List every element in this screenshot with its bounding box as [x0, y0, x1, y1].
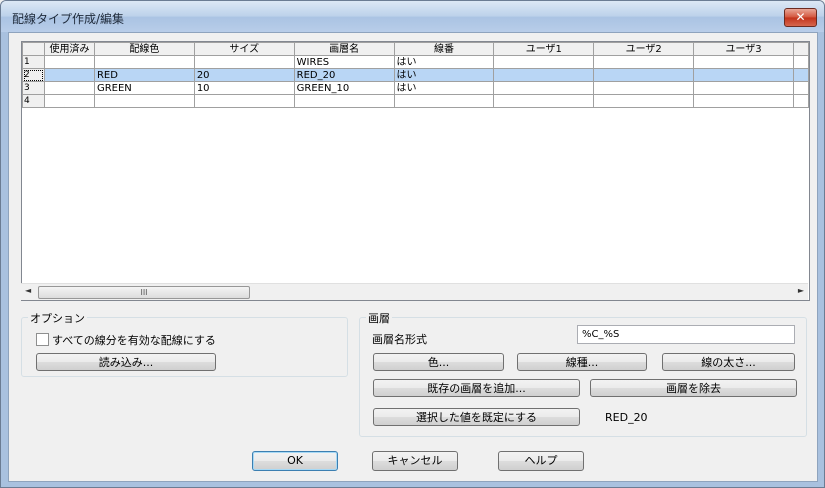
- grid-header-row: 使用済み 配線色 サイズ 画層名 線番 ユーザ1 ユーザ2 ユーザ3: [22, 42, 809, 56]
- grid-corner-cell[interactable]: [22, 42, 45, 56]
- table-cell[interactable]: [193, 55, 295, 69]
- layer-group: 画層 画層名形式 %C_%S 色... 線種... 線の太さ... 既存の画層を…: [359, 310, 807, 437]
- scroll-left-icon[interactable]: ◄: [25, 286, 31, 295]
- table-cell[interactable]: [593, 55, 695, 69]
- table-cell[interactable]: [593, 81, 695, 95]
- scroll-right-icon[interactable]: ►: [798, 286, 804, 295]
- column-header-overflow: [792, 42, 809, 56]
- title-bar[interactable]: 配線タイプ作成/編集 ✕: [1, 1, 824, 32]
- table-cell-overflow: [792, 94, 809, 108]
- wire-type-grid[interactable]: 使用済み 配線色 サイズ 画層名 線番 ユーザ1 ユーザ2 ユーザ3 1 WIRE…: [21, 41, 810, 301]
- table-row[interactable]: 2 RED 20 RED_20 はい: [22, 68, 809, 82]
- import-button[interactable]: 読み込み...: [36, 353, 216, 371]
- column-header[interactable]: 線番: [393, 42, 495, 56]
- lineweight-button[interactable]: 線の太さ...: [662, 353, 795, 371]
- dialog-client-area: 使用済み 配線色 サイズ 画層名 線番 ユーザ1 ユーザ2 ユーザ3 1 WIRE…: [8, 32, 818, 482]
- column-header[interactable]: サイズ: [193, 42, 295, 56]
- column-header[interactable]: ユーザ2: [593, 42, 695, 56]
- table-cell[interactable]: [493, 94, 595, 108]
- horizontal-scrollbar[interactable]: ◄ III ►: [21, 283, 808, 300]
- layer-format-label: 画層名形式: [372, 333, 427, 346]
- table-cell[interactable]: [43, 68, 95, 82]
- table-cell[interactable]: 20: [193, 68, 295, 82]
- layer-group-title: 画層: [366, 310, 392, 326]
- cancel-button[interactable]: キャンセル: [372, 451, 458, 471]
- table-cell[interactable]: RED: [93, 68, 195, 82]
- table-cell[interactable]: [493, 55, 595, 69]
- scrollbar-thumb[interactable]: III: [38, 286, 250, 299]
- column-header[interactable]: ユーザ3: [693, 42, 794, 56]
- table-cell[interactable]: [693, 68, 794, 82]
- table-cell-overflow: [792, 81, 809, 95]
- help-button[interactable]: ヘルプ: [498, 451, 584, 471]
- table-cell[interactable]: はい: [393, 68, 495, 82]
- close-button[interactable]: ✕: [784, 8, 817, 27]
- table-cell[interactable]: [193, 94, 295, 108]
- color-button[interactable]: 色...: [373, 353, 504, 371]
- default-value-text: RED_20: [605, 411, 648, 424]
- table-cell[interactable]: [693, 55, 794, 69]
- column-header[interactable]: 画層名: [293, 42, 395, 56]
- table-cell[interactable]: RED_20: [293, 68, 395, 82]
- close-icon: ✕: [795, 10, 806, 24]
- table-cell[interactable]: [693, 81, 794, 95]
- ok-button[interactable]: OK: [252, 451, 338, 471]
- table-cell[interactable]: [393, 94, 495, 108]
- table-cell[interactable]: [93, 55, 195, 69]
- table-cell[interactable]: [43, 55, 95, 69]
- table-cell[interactable]: GREEN_10: [293, 81, 395, 95]
- table-cell[interactable]: はい: [393, 55, 495, 69]
- linetype-button[interactable]: 線種...: [517, 353, 647, 371]
- table-cell[interactable]: [493, 81, 595, 95]
- table-cell[interactable]: 10: [193, 81, 295, 95]
- set-default-button[interactable]: 選択した値を既定にする: [373, 408, 580, 426]
- table-cell[interactable]: [693, 94, 794, 108]
- table-cell[interactable]: [293, 94, 395, 108]
- table-cell[interactable]: [593, 94, 695, 108]
- row-header[interactable]: 3: [22, 81, 45, 95]
- all-lines-valid-label[interactable]: すべての線分を有効な配線にする: [52, 332, 216, 348]
- table-cell[interactable]: [93, 94, 195, 108]
- options-group-title: オプション: [28, 310, 87, 326]
- column-header[interactable]: 配線色: [93, 42, 195, 56]
- layer-format-input[interactable]: %C_%S: [577, 325, 795, 344]
- table-row[interactable]: 1 WIRES はい: [22, 55, 809, 69]
- remove-layer-button[interactable]: 画層を除去: [590, 379, 797, 397]
- table-cell[interactable]: [43, 94, 95, 108]
- table-cell[interactable]: WIRES: [293, 55, 395, 69]
- row-header[interactable]: 2: [22, 68, 45, 82]
- row-header[interactable]: 4: [22, 94, 45, 108]
- table-cell[interactable]: [493, 68, 595, 82]
- table-cell-overflow: [792, 68, 809, 82]
- add-existing-layer-button[interactable]: 既存の画層を追加...: [373, 379, 580, 397]
- table-cell[interactable]: GREEN: [93, 81, 195, 95]
- table-cell[interactable]: [593, 68, 695, 82]
- all-lines-valid-checkbox[interactable]: [36, 333, 49, 346]
- column-header[interactable]: ユーザ1: [493, 42, 595, 56]
- table-row[interactable]: 3 GREEN 10 GREEN_10 はい: [22, 81, 809, 95]
- column-header[interactable]: 使用済み: [43, 42, 95, 56]
- table-cell[interactable]: [43, 81, 95, 95]
- row-header[interactable]: 1: [22, 55, 45, 69]
- dialog-title: 配線タイプ作成/編集: [12, 12, 125, 26]
- table-row[interactable]: 4: [22, 94, 809, 108]
- table-cell[interactable]: はい: [393, 81, 495, 95]
- dialog-window: 配線タイプ作成/編集 ✕ 使用済み 配線色 サイズ 画層名 線番 ユーザ1 ユー…: [0, 0, 825, 488]
- options-group: オプション すべての線分を有効な配線にする 読み込み...: [21, 310, 348, 377]
- table-cell-overflow: [792, 55, 809, 69]
- wire-type-table: 使用済み 配線色 サイズ 画層名 線番 ユーザ1 ユーザ2 ユーザ3 1 WIRE…: [22, 42, 809, 108]
